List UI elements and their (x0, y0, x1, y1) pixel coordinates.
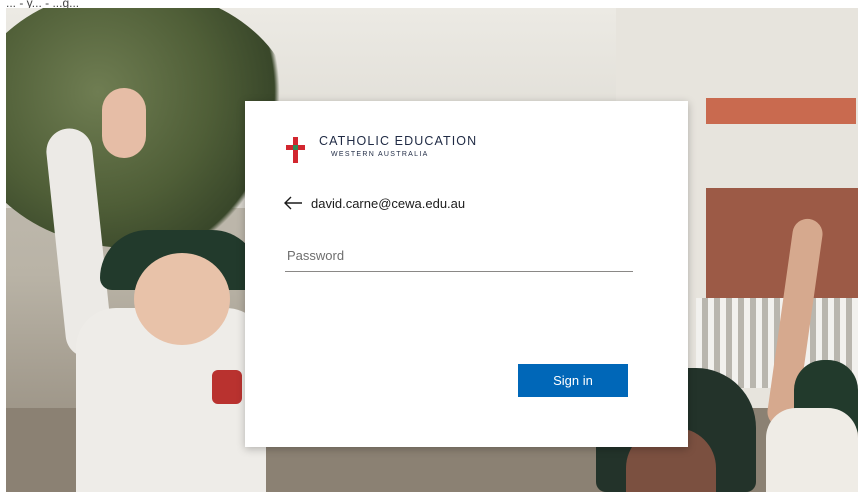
identity-email: david.carne@cewa.edu.au (311, 195, 466, 211)
logo-text: CATHOLIC EDUCATION WESTERN AUSTRALIA (319, 135, 477, 158)
cross-logo-icon (285, 137, 305, 163)
school-badge (212, 370, 242, 404)
child-hand (102, 88, 146, 158)
identity-banner: david.carne@cewa.edu.au (283, 195, 465, 211)
roof (706, 98, 856, 124)
sign-in-button[interactable]: Sign in (518, 364, 628, 397)
back-arrow-icon[interactable] (283, 195, 303, 211)
logo-title: CATHOLIC EDUCATION (319, 134, 478, 148)
logo-subtitle: WESTERN AUSTRALIA (331, 150, 429, 158)
child-shirt-right (766, 408, 858, 492)
child-face (134, 253, 230, 345)
sign-in-card: CATHOLIC EDUCATION WESTERN AUSTRALIA dav… (245, 101, 688, 447)
password-input[interactable] (285, 240, 633, 272)
brick-wall (706, 188, 858, 308)
organization-logo: CATHOLIC EDUCATION WESTERN AUSTRALIA (285, 135, 477, 163)
